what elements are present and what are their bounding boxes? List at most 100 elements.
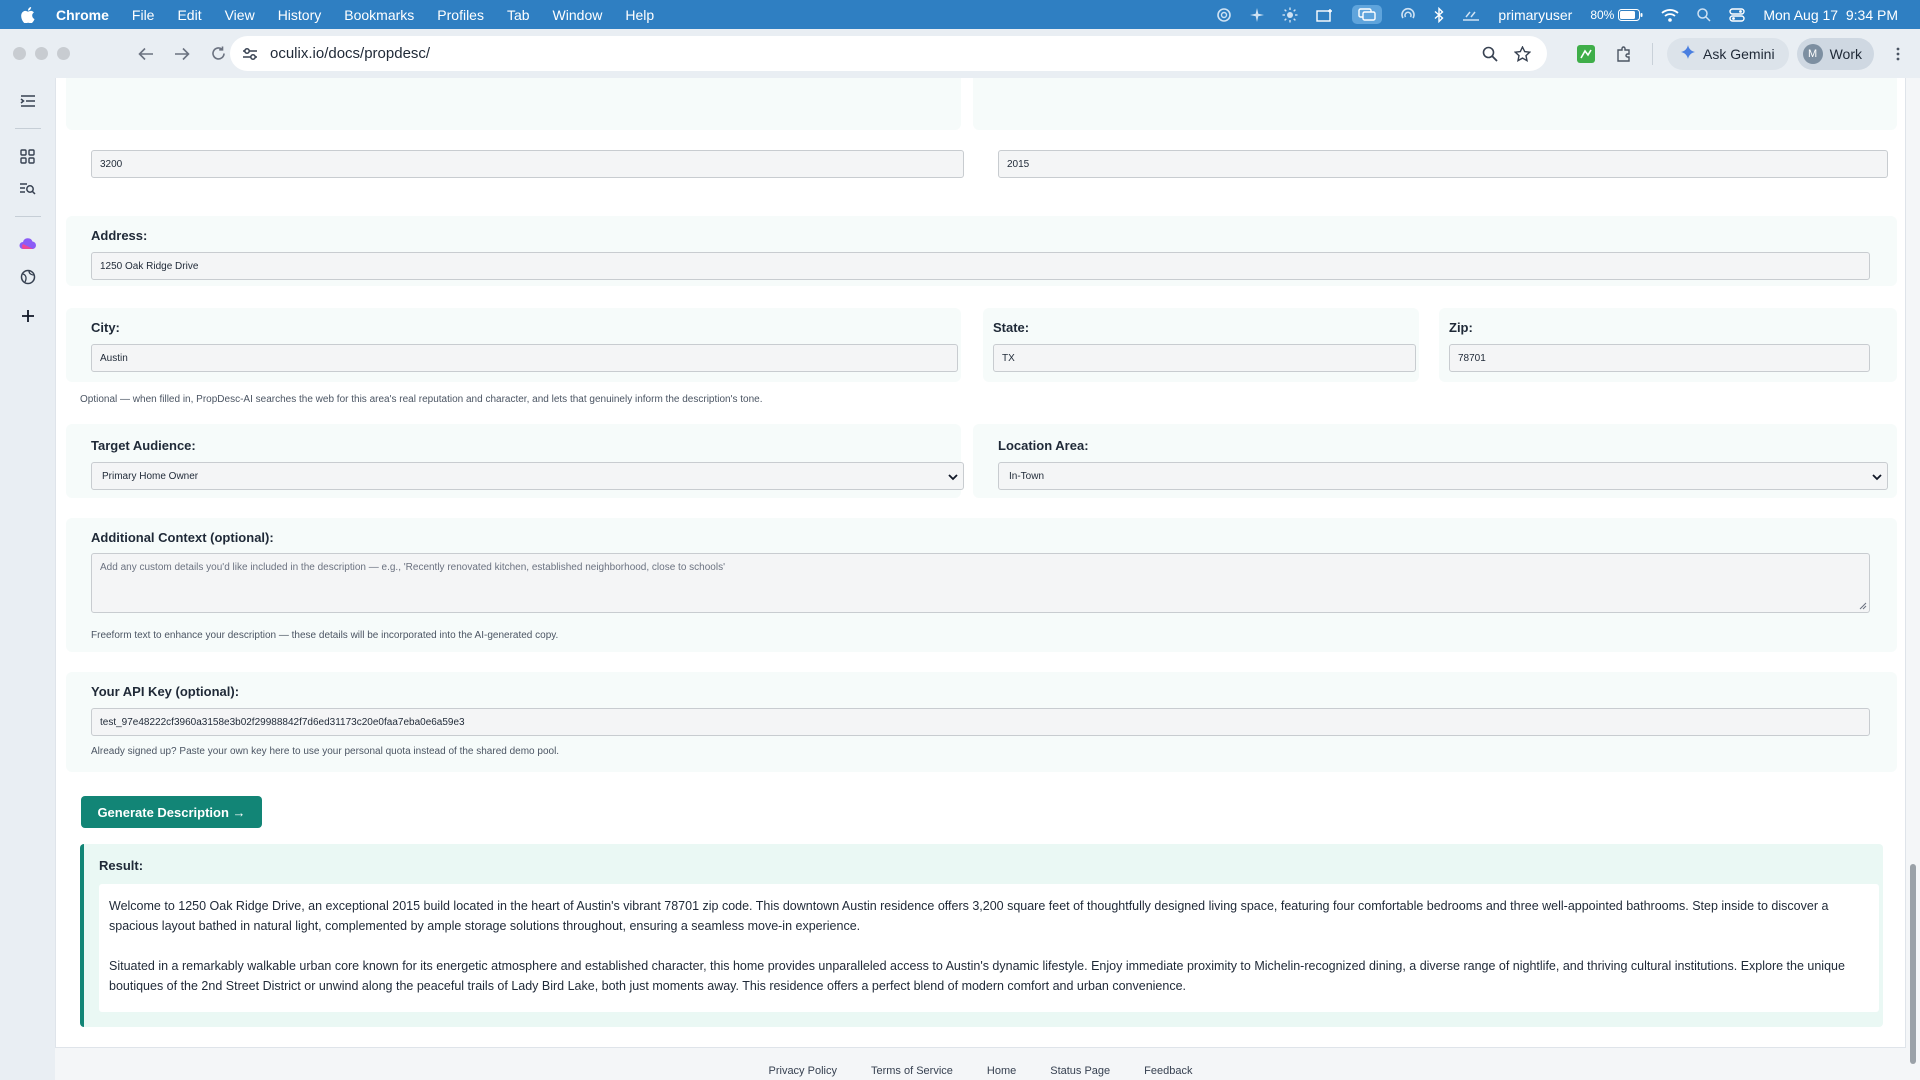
year-built-input[interactable]: 2015 bbox=[998, 150, 1888, 178]
footer-link-privacy[interactable]: Privacy Policy bbox=[769, 1065, 837, 1077]
reload-icon bbox=[211, 46, 225, 60]
more-menu-icon[interactable] bbox=[1888, 44, 1908, 64]
arrow-left-icon bbox=[138, 47, 153, 60]
side-divider bbox=[14, 128, 41, 129]
additional-context-label: Additional Context (optional): bbox=[91, 530, 274, 545]
menu-help[interactable]: Help bbox=[625, 7, 654, 23]
profile-label: Work bbox=[1829, 45, 1862, 62]
page-footer: Privacy Policy Terms of Service Home Sta… bbox=[55, 1013, 1906, 1080]
menu-history[interactable]: History bbox=[278, 7, 322, 23]
location-area-select[interactable]: In-Town bbox=[998, 462, 1888, 490]
address-input[interactable]: 1250 Oak Ridge Drive bbox=[91, 252, 1870, 280]
menu-tab[interactable]: Tab bbox=[507, 7, 530, 23]
battery-icon bbox=[1618, 8, 1643, 21]
url-text[interactable]: oculix.io/docs/propdesc/ bbox=[270, 45, 430, 62]
result-paragraph-1: Welcome to 1250 Oak Ridge Drive, an exce… bbox=[109, 899, 1829, 933]
zip-label: Zip: bbox=[1449, 320, 1473, 335]
zoom-icon[interactable] bbox=[1482, 46, 1498, 62]
cloud-app-icon[interactable] bbox=[15, 231, 41, 257]
ask-gemini-label: Ask Gemini bbox=[1703, 45, 1775, 62]
target-audience-value: Primary Home Owner bbox=[102, 471, 199, 482]
city-value: Austin bbox=[100, 353, 128, 364]
reload-button[interactable] bbox=[203, 39, 233, 69]
additional-context-placeholder: Add any custom details you'd like includ… bbox=[100, 562, 725, 573]
extension-green-icon[interactable] bbox=[1576, 44, 1596, 64]
site-info-icon[interactable] bbox=[242, 47, 260, 61]
result-box: Result: Welcome to 1250 Oak Ridge Drive,… bbox=[80, 844, 1883, 1027]
bluetooth-icon[interactable] bbox=[1434, 6, 1444, 23]
minimize-window-button[interactable] bbox=[35, 47, 48, 60]
brightness-status-icon[interactable] bbox=[1282, 7, 1298, 23]
state-input[interactable]: TX bbox=[993, 344, 1416, 372]
search-list-icon[interactable] bbox=[15, 176, 41, 202]
toggle-sidebar-icon[interactable] bbox=[15, 88, 41, 114]
menu-view[interactable]: View bbox=[225, 7, 255, 23]
apple-logo-icon[interactable] bbox=[20, 6, 36, 23]
additional-context-hint: Freeform text to enhance your descriptio… bbox=[91, 630, 559, 641]
menu-app-name[interactable]: Chrome bbox=[56, 7, 109, 23]
address-value: 1250 Oak Ridge Drive bbox=[100, 261, 199, 272]
sparkle-status-icon[interactable] bbox=[1250, 7, 1265, 22]
wifi-icon[interactable] bbox=[1661, 8, 1679, 22]
result-text: Welcome to 1250 Oak Ridge Drive, an exce… bbox=[99, 884, 1879, 1012]
menu-window[interactable]: Window bbox=[553, 7, 603, 23]
footer-link-home[interactable]: Home bbox=[987, 1065, 1016, 1077]
apps-grid-icon[interactable] bbox=[15, 143, 41, 169]
browser-toolbar: oculix.io/docs/propdesc/ Ask Gemini M Wo… bbox=[0, 29, 1920, 78]
globe-icon[interactable] bbox=[15, 264, 41, 290]
menu-file[interactable]: File bbox=[132, 7, 155, 23]
battery-percent: 80% bbox=[1590, 8, 1643, 22]
generate-description-button[interactable]: Generate Description → bbox=[81, 796, 262, 828]
year-built-panel bbox=[973, 78, 1897, 130]
openai-status-icon[interactable] bbox=[1216, 7, 1232, 23]
target-audience-label: Target Audience: bbox=[91, 438, 196, 453]
resize-handle-icon[interactable] bbox=[1859, 602, 1867, 610]
screenshot-status-icon[interactable] bbox=[1316, 8, 1334, 22]
additional-context-textarea[interactable]: Add any custom details you'd like includ… bbox=[91, 553, 1870, 613]
zip-input[interactable]: 78701 bbox=[1449, 344, 1870, 372]
screen-mirroring-icon[interactable] bbox=[1352, 5, 1383, 24]
add-icon[interactable] bbox=[15, 303, 41, 329]
avatar: M bbox=[1802, 43, 1823, 64]
menu-edit[interactable]: Edit bbox=[177, 7, 201, 23]
menu-bookmarks[interactable]: Bookmarks bbox=[344, 7, 414, 23]
window-controls bbox=[13, 47, 79, 60]
square-feet-input[interactable]: 3200 bbox=[91, 150, 964, 178]
control-center-icon[interactable] bbox=[1729, 7, 1746, 22]
city-label: City: bbox=[91, 320, 120, 335]
zoom-window-button[interactable] bbox=[57, 47, 70, 60]
spotlight-search-icon[interactable] bbox=[1697, 7, 1711, 22]
clock-datetime[interactable]: Mon Aug 17 9:34 PM bbox=[1763, 7, 1898, 23]
menu-profiles[interactable]: Profiles bbox=[437, 7, 484, 23]
side-divider-2 bbox=[14, 216, 41, 217]
state-label: State: bbox=[993, 320, 1030, 335]
scrollbar-thumb[interactable] bbox=[1910, 864, 1916, 1064]
bookmark-star-icon[interactable] bbox=[1514, 45, 1531, 62]
airdrop-status-icon[interactable] bbox=[1400, 7, 1416, 23]
zip-value: 78701 bbox=[1458, 353, 1486, 364]
target-audience-select[interactable]: Primary Home Owner bbox=[91, 462, 964, 490]
profile-button[interactable]: M Work bbox=[1796, 37, 1874, 70]
back-button[interactable] bbox=[131, 39, 161, 69]
footer-links: Privacy Policy Terms of Service Home Sta… bbox=[55, 1065, 1906, 1077]
city-input[interactable]: Austin bbox=[91, 344, 958, 372]
footer-link-status[interactable]: Status Page bbox=[1050, 1065, 1110, 1077]
footer-link-feedback[interactable]: Feedback bbox=[1144, 1065, 1192, 1077]
page-scrollbar[interactable] bbox=[1906, 78, 1920, 1080]
user-name[interactable]: primaryuser bbox=[1498, 7, 1572, 23]
ask-gemini-button[interactable]: Ask Gemini bbox=[1667, 37, 1789, 70]
footer-link-terms[interactable]: Terms of Service bbox=[871, 1065, 953, 1077]
year-built-value: 2015 bbox=[1007, 159, 1030, 170]
gemini-sparkle-icon bbox=[1681, 45, 1695, 62]
location-area-value: In-Town bbox=[1009, 471, 1045, 482]
display-status-icon[interactable] bbox=[1462, 9, 1480, 21]
address-bar[interactable]: oculix.io/docs/propdesc/ bbox=[230, 36, 1547, 71]
square-feet-value: 3200 bbox=[100, 159, 123, 170]
forward-button[interactable] bbox=[167, 39, 197, 69]
location-area-label: Location Area: bbox=[998, 438, 1089, 453]
close-window-button[interactable] bbox=[13, 47, 26, 60]
api-key-label: Your API Key (optional): bbox=[91, 684, 240, 699]
square-feet-panel bbox=[66, 78, 961, 130]
extensions-puzzle-icon[interactable] bbox=[1614, 44, 1634, 64]
api-key-input[interactable]: test_97e48222cf3960a3158e3b02f29988842f7… bbox=[91, 708, 1870, 736]
